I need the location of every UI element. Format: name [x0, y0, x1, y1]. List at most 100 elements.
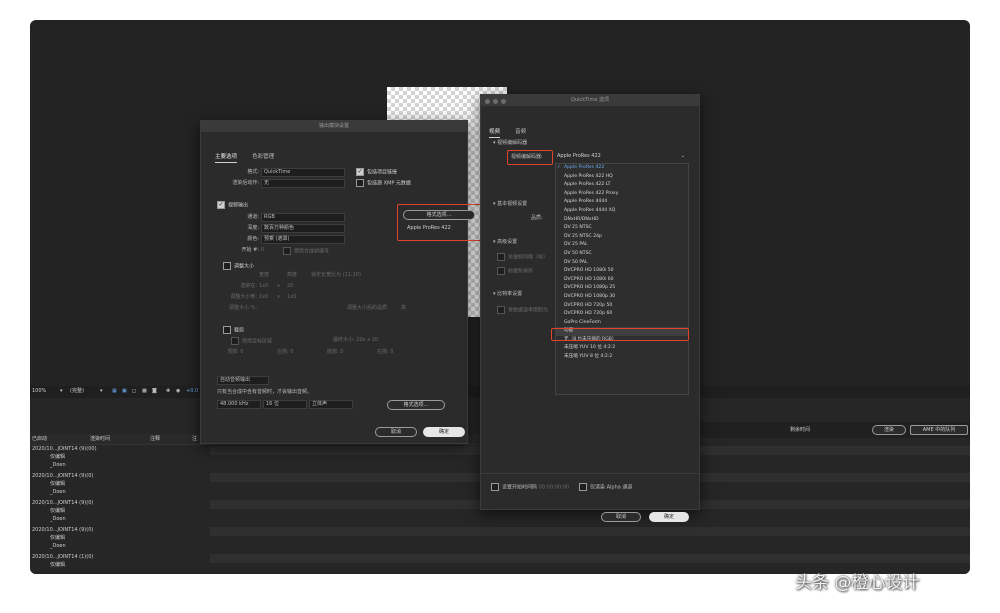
- qt-cancel-button[interactable]: 取消: [601, 512, 641, 522]
- channel-select[interactable]: RGB: [261, 213, 345, 222]
- qt-ok-button[interactable]: 确定: [649, 512, 689, 522]
- queue-row[interactable]: 2020/10...JOINT14 (9)(0) 仅编辑 _Doen: [30, 500, 210, 529]
- crop-right[interactable]: 右侧: 0: [377, 349, 393, 356]
- codec-option[interactable]: Apple ProRes 4444: [556, 198, 688, 207]
- codec-option[interactable]: DV 25 NTSC: [556, 224, 688, 233]
- queue-row-settings[interactable]: 仅编辑: [50, 481, 65, 488]
- color-select[interactable]: 预乘 (遮罩): [261, 235, 345, 244]
- use-comp-frame-checkbox[interactable]: 使用合成帧编号: [283, 247, 329, 256]
- keyframe-checkbox[interactable]: 关键帧间隔（帧）: [497, 253, 548, 262]
- alpha-only-checkbox[interactable]: 仅渲染 Alpha 通道: [579, 483, 632, 492]
- exposure-value[interactable]: +0.0: [186, 388, 198, 395]
- tab-video[interactable]: 视频: [489, 127, 501, 138]
- codec-option[interactable]: DV 25 NTSC 24p: [556, 233, 688, 242]
- resize-to-height[interactable]: 1x0: [287, 294, 296, 301]
- ok-label: 确定: [438, 429, 449, 435]
- queue-row-output[interactable]: _Doen: [50, 516, 66, 523]
- bitrate-section-label: 比特率设置: [497, 291, 523, 297]
- format-select[interactable]: QuickTime: [261, 168, 345, 177]
- zoom-icon[interactable]: [501, 99, 506, 104]
- queue-row-settings[interactable]: 仅编辑: [50, 508, 65, 515]
- chevron-down-icon[interactable]: ▾: [100, 388, 103, 395]
- start-timecode-value[interactable]: 00:00:00:00: [539, 485, 570, 491]
- format-options-button[interactable]: 格式选项...: [403, 210, 475, 220]
- channels-select[interactable]: 立体声: [309, 400, 353, 409]
- queue-row-output[interactable]: _Doen: [50, 462, 66, 469]
- queue-row-output[interactable]: _Doen: [50, 543, 66, 550]
- bitrate-section-header[interactable]: ▾ 比特率设置: [493, 291, 522, 298]
- transparency-icon[interactable]: ▩: [142, 388, 147, 395]
- limit-bitrate-checkbox[interactable]: 将数据速率限制为: [497, 306, 548, 315]
- ame-queue-button[interactable]: AME 中的队列: [910, 425, 968, 435]
- codec-option[interactable]: 未压缩 YUV 10 位 4:2:2: [556, 344, 688, 353]
- codec-option[interactable]: GoPro CineForm: [556, 319, 688, 328]
- codec-option[interactable]: DVCPRO HD 720p 50: [556, 302, 688, 311]
- start-number-value[interactable]: 0: [261, 247, 264, 254]
- codec-option[interactable]: Apple ProRes 422 HQ: [556, 173, 688, 182]
- advanced-section-header[interactable]: ▾ 高级设置: [493, 239, 517, 246]
- crop-bottom[interactable]: 底部: 0: [327, 349, 343, 356]
- color-icon[interactable]: ✤: [166, 388, 170, 395]
- use-roi-checkbox[interactable]: 使用目标区域: [231, 337, 272, 346]
- zoom-select[interactable]: 100%: [32, 388, 46, 395]
- set-start-timecode-checkbox[interactable]: 设置开始时间码 00:00:00:00: [491, 483, 569, 492]
- tab-color-management[interactable]: 色彩管理: [252, 152, 274, 162]
- include-project-checkbox[interactable]: ✓ 包括项目链接: [356, 168, 397, 177]
- include-xmp-checkbox[interactable]: 包括源 XMP 元数据: [356, 179, 411, 188]
- tab-audio[interactable]: 音频: [515, 127, 526, 137]
- codec-option[interactable]: 未压缩 YUV 8 位 4:2:2: [556, 353, 688, 362]
- post-render-select[interactable]: 无: [261, 179, 345, 188]
- codec-option[interactable]: DVCPRO HD 1080p 25: [556, 284, 688, 293]
- crop-left[interactable]: 左侧: 0: [277, 349, 293, 356]
- codec-option[interactable]: DVCPRO HD 1080i 60: [556, 276, 688, 285]
- resize-to-width[interactable]: 1x0: [259, 294, 268, 301]
- codec-option[interactable]: Apple ProRes 4444 XQ: [556, 207, 688, 216]
- codec-option[interactable]: DV 25 PAL: [556, 241, 688, 250]
- codec-option[interactable]: DVCPRO HD 1080i 50: [556, 267, 688, 276]
- grid-icon[interactable]: ▦: [112, 388, 117, 395]
- crop-checkbox[interactable]: 裁剪: [223, 326, 244, 335]
- codec-option[interactable]: DVCPRO HD 720p 60: [556, 310, 688, 319]
- resize-quality-value[interactable]: 高: [401, 305, 406, 312]
- codec-option[interactable]: DV 50 NTSC: [556, 250, 688, 259]
- queue-row[interactable]: 2020/10...JOINT14 (9)(0) 仅编辑 _Doen: [30, 527, 210, 556]
- audio-output-select[interactable]: 自动音频输出: [217, 376, 269, 385]
- codec-section-header[interactable]: ▾ 视频编解码器: [493, 140, 527, 147]
- resize-checkbox[interactable]: 调整大小: [223, 262, 254, 271]
- render-button[interactable]: 渲染: [872, 425, 906, 435]
- region-icon[interactable]: ◻: [132, 388, 136, 395]
- depth-select[interactable]: 数百万种颜色: [261, 224, 345, 233]
- codec-select[interactable]: Apple ProRes 422 ⌄: [555, 152, 687, 161]
- frame-reorder-checkbox[interactable]: 帧重新排序: [497, 267, 533, 276]
- queue-row-settings[interactable]: 仅编辑: [50, 562, 65, 569]
- resolution-select[interactable]: (完整): [70, 388, 84, 395]
- queue-row-settings[interactable]: 仅编辑: [50, 535, 65, 542]
- chevron-down-icon[interactable]: ▾: [60, 388, 63, 395]
- queue-row-settings[interactable]: 仅编辑: [50, 454, 65, 461]
- sample-rate-select[interactable]: 48.000 kHz: [217, 400, 261, 409]
- queue-row-output[interactable]: _Doen: [50, 489, 66, 496]
- minimize-icon[interactable]: [493, 99, 498, 104]
- queue-row[interactable]: 2020/10...JOINT14 (1)(0) 仅编辑: [30, 554, 210, 574]
- codec-option[interactable]: DNxHR/DNxHD: [556, 216, 688, 225]
- codec-option[interactable]: Apple ProRes 422 Proxy: [556, 190, 688, 199]
- video-output-checkbox[interactable]: ✓ 视频输出: [217, 201, 248, 210]
- crop-top[interactable]: 顶部: 0: [227, 349, 243, 356]
- exposure-icon[interactable]: ◉: [176, 388, 180, 395]
- audio-format-options-button[interactable]: 格式选项...: [387, 400, 445, 410]
- queue-row-file: 2020/10...JOINT14 (9)(00): [32, 446, 97, 452]
- queue-row[interactable]: 2020/10...JOINT14 (9)(00) 仅编辑 _Doen: [30, 446, 210, 475]
- queue-row[interactable]: 2020/10...JOINT14 (9)(0) 仅编辑 _Doen: [30, 473, 210, 502]
- bit-depth-select[interactable]: 16 位: [263, 400, 307, 409]
- codec-option[interactable]: DV 50 PAL: [556, 259, 688, 268]
- close-icon[interactable]: [485, 99, 490, 104]
- codec-option[interactable]: DVCPRO HD 1080p 30: [556, 293, 688, 302]
- ok-button[interactable]: 确定: [423, 427, 465, 437]
- basic-section-header[interactable]: ▾ 基本视频设置: [493, 201, 527, 208]
- codec-option[interactable]: Apple ProRes 422 LT: [556, 181, 688, 190]
- tab-main-options[interactable]: 主要选项: [215, 152, 238, 163]
- codec-option[interactable]: Apple ProRes 422: [556, 164, 688, 173]
- cancel-button[interactable]: 取消: [375, 427, 417, 437]
- camera-icon[interactable]: ◙: [152, 388, 157, 395]
- mask-icon[interactable]: ▣: [122, 388, 127, 395]
